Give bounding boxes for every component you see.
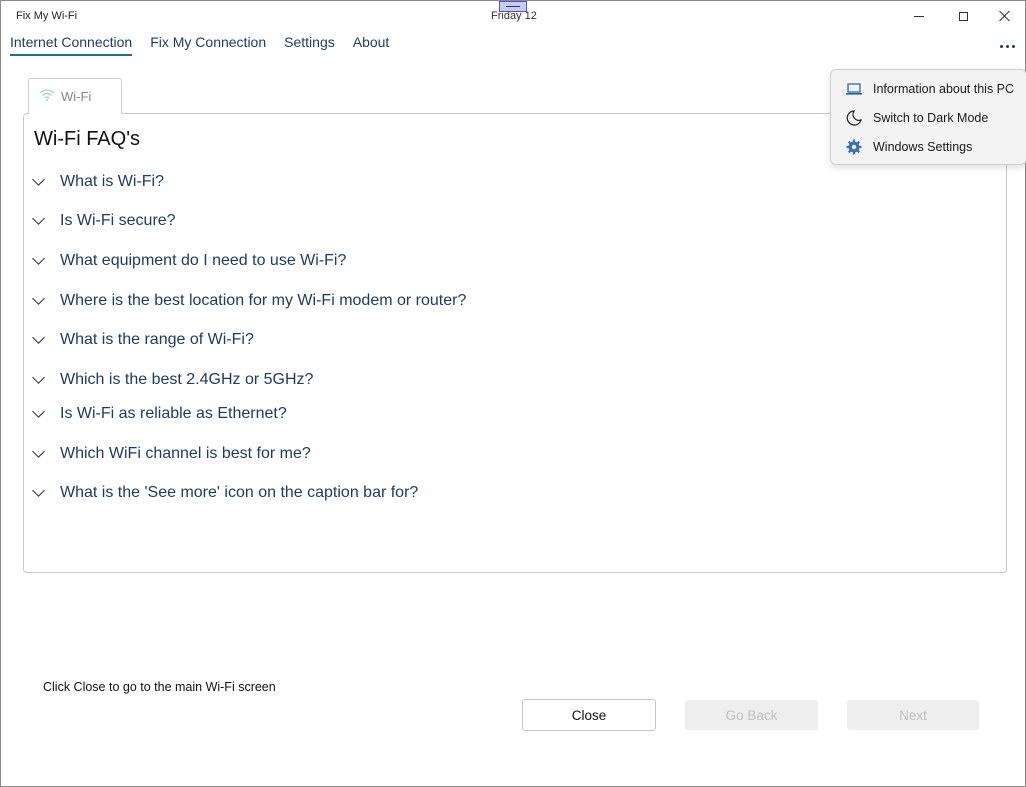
main-nav: Internet Connection Fix My Connection Se… <box>10 34 407 56</box>
chevron-down-icon <box>32 444 45 458</box>
faq-item[interactable]: Which is the best 2.4GHz or 5GHz? <box>32 370 314 389</box>
faq-question: What is the 'See more' icon on the capti… <box>60 484 419 501</box>
faq-question: Is Wi-Fi as reliable as Ethernet? <box>60 405 287 422</box>
chevron-down-icon <box>32 211 45 225</box>
app-window: Fix My Wi-Fi Friday 12 Internet Connecti… <box>0 0 1026 787</box>
faq-question: What is the range of Wi-Fi? <box>60 331 254 348</box>
faq-item[interactable]: Is Wi-Fi as reliable as Ethernet? <box>32 404 287 423</box>
chevron-down-icon <box>32 370 45 384</box>
faq-item[interactable]: What is Wi-Fi? <box>32 172 164 191</box>
chevron-down-icon <box>32 251 45 265</box>
close-window-button[interactable] <box>985 1 1025 31</box>
faq-item[interactable]: Is Wi-Fi secure? <box>32 211 176 230</box>
nav-fix-my-connection[interactable]: Fix My Connection <box>150 34 266 56</box>
faq-title: Wi-Fi FAQ's <box>34 128 141 150</box>
faq-question: What is Wi-Fi? <box>60 173 164 190</box>
menu-item-windows-settings[interactable]: Windows Settings <box>831 133 1026 161</box>
tab-label: Wi-Fi <box>61 89 92 104</box>
menu-item-label: Switch to Dark Mode <box>873 111 989 125</box>
app-title: Fix My Wi-Fi <box>16 10 78 22</box>
moon-icon <box>846 110 862 126</box>
faq-item[interactable]: What is the 'See more' icon on the capti… <box>32 483 419 502</box>
minimize-button[interactable] <box>899 1 939 31</box>
menu-item-dark-mode[interactable]: Switch to Dark Mode <box>831 104 1026 132</box>
nav-about[interactable]: About <box>353 34 390 56</box>
chevron-down-icon <box>32 404 45 418</box>
see-more-menu: Information about this PC Switch to Dark… <box>830 69 1026 165</box>
faq-item[interactable]: What is the range of Wi-Fi? <box>32 330 254 349</box>
chevron-down-icon <box>32 483 45 497</box>
maximize-icon <box>958 11 968 21</box>
more-dot-icon <box>999 44 1003 48</box>
faq-question: Which is the best 2.4GHz or 5GHz? <box>60 371 314 388</box>
nav-settings[interactable]: Settings <box>284 34 335 56</box>
chevron-down-icon <box>32 291 45 305</box>
footer-hint: Click Close to go to the main Wi-Fi scre… <box>43 680 276 694</box>
wifi-icon <box>39 89 55 101</box>
menu-item-label: Windows Settings <box>873 140 973 154</box>
more-dot-icon <box>1005 44 1009 48</box>
more-dot-icon <box>1011 44 1015 48</box>
next-button[interactable]: Next <box>847 700 979 730</box>
nav-internet-connection[interactable]: Internet Connection <box>10 34 133 56</box>
chevron-down-icon <box>32 172 45 186</box>
faq-item[interactable]: Which WiFi channel is best for me? <box>32 444 311 463</box>
gear-icon <box>846 139 862 155</box>
faq-item[interactable]: Where is the best location for my Wi-Fi … <box>32 291 467 310</box>
faq-question: Which WiFi channel is best for me? <box>60 445 311 462</box>
close-icon <box>999 10 1011 22</box>
go-back-button[interactable]: Go Back <box>685 700 818 730</box>
see-more-button[interactable] <box>995 37 1019 55</box>
faq-question: Is Wi-Fi secure? <box>60 212 176 229</box>
maximize-button[interactable] <box>943 1 983 31</box>
menu-item-label: Information about this PC <box>873 82 1015 96</box>
tab-wifi[interactable]: Wi-Fi <box>28 78 122 114</box>
clock-label: Friday 12 <box>491 10 537 22</box>
chevron-down-icon <box>32 330 45 344</box>
faq-question: Where is the best location for my Wi-Fi … <box>60 292 467 309</box>
faq-question: What equipment do I need to use Wi-Fi? <box>60 252 347 269</box>
faq-item[interactable]: What equipment do I need to use Wi-Fi? <box>32 251 347 270</box>
laptop-icon <box>846 83 862 95</box>
close-button[interactable]: Close <box>522 699 656 731</box>
menu-item-pc-info[interactable]: Information about this PC <box>831 75 1026 103</box>
minimize-icon <box>914 15 924 17</box>
title-bar[interactable]: Fix My Wi-Fi Friday 12 <box>1 1 1025 31</box>
